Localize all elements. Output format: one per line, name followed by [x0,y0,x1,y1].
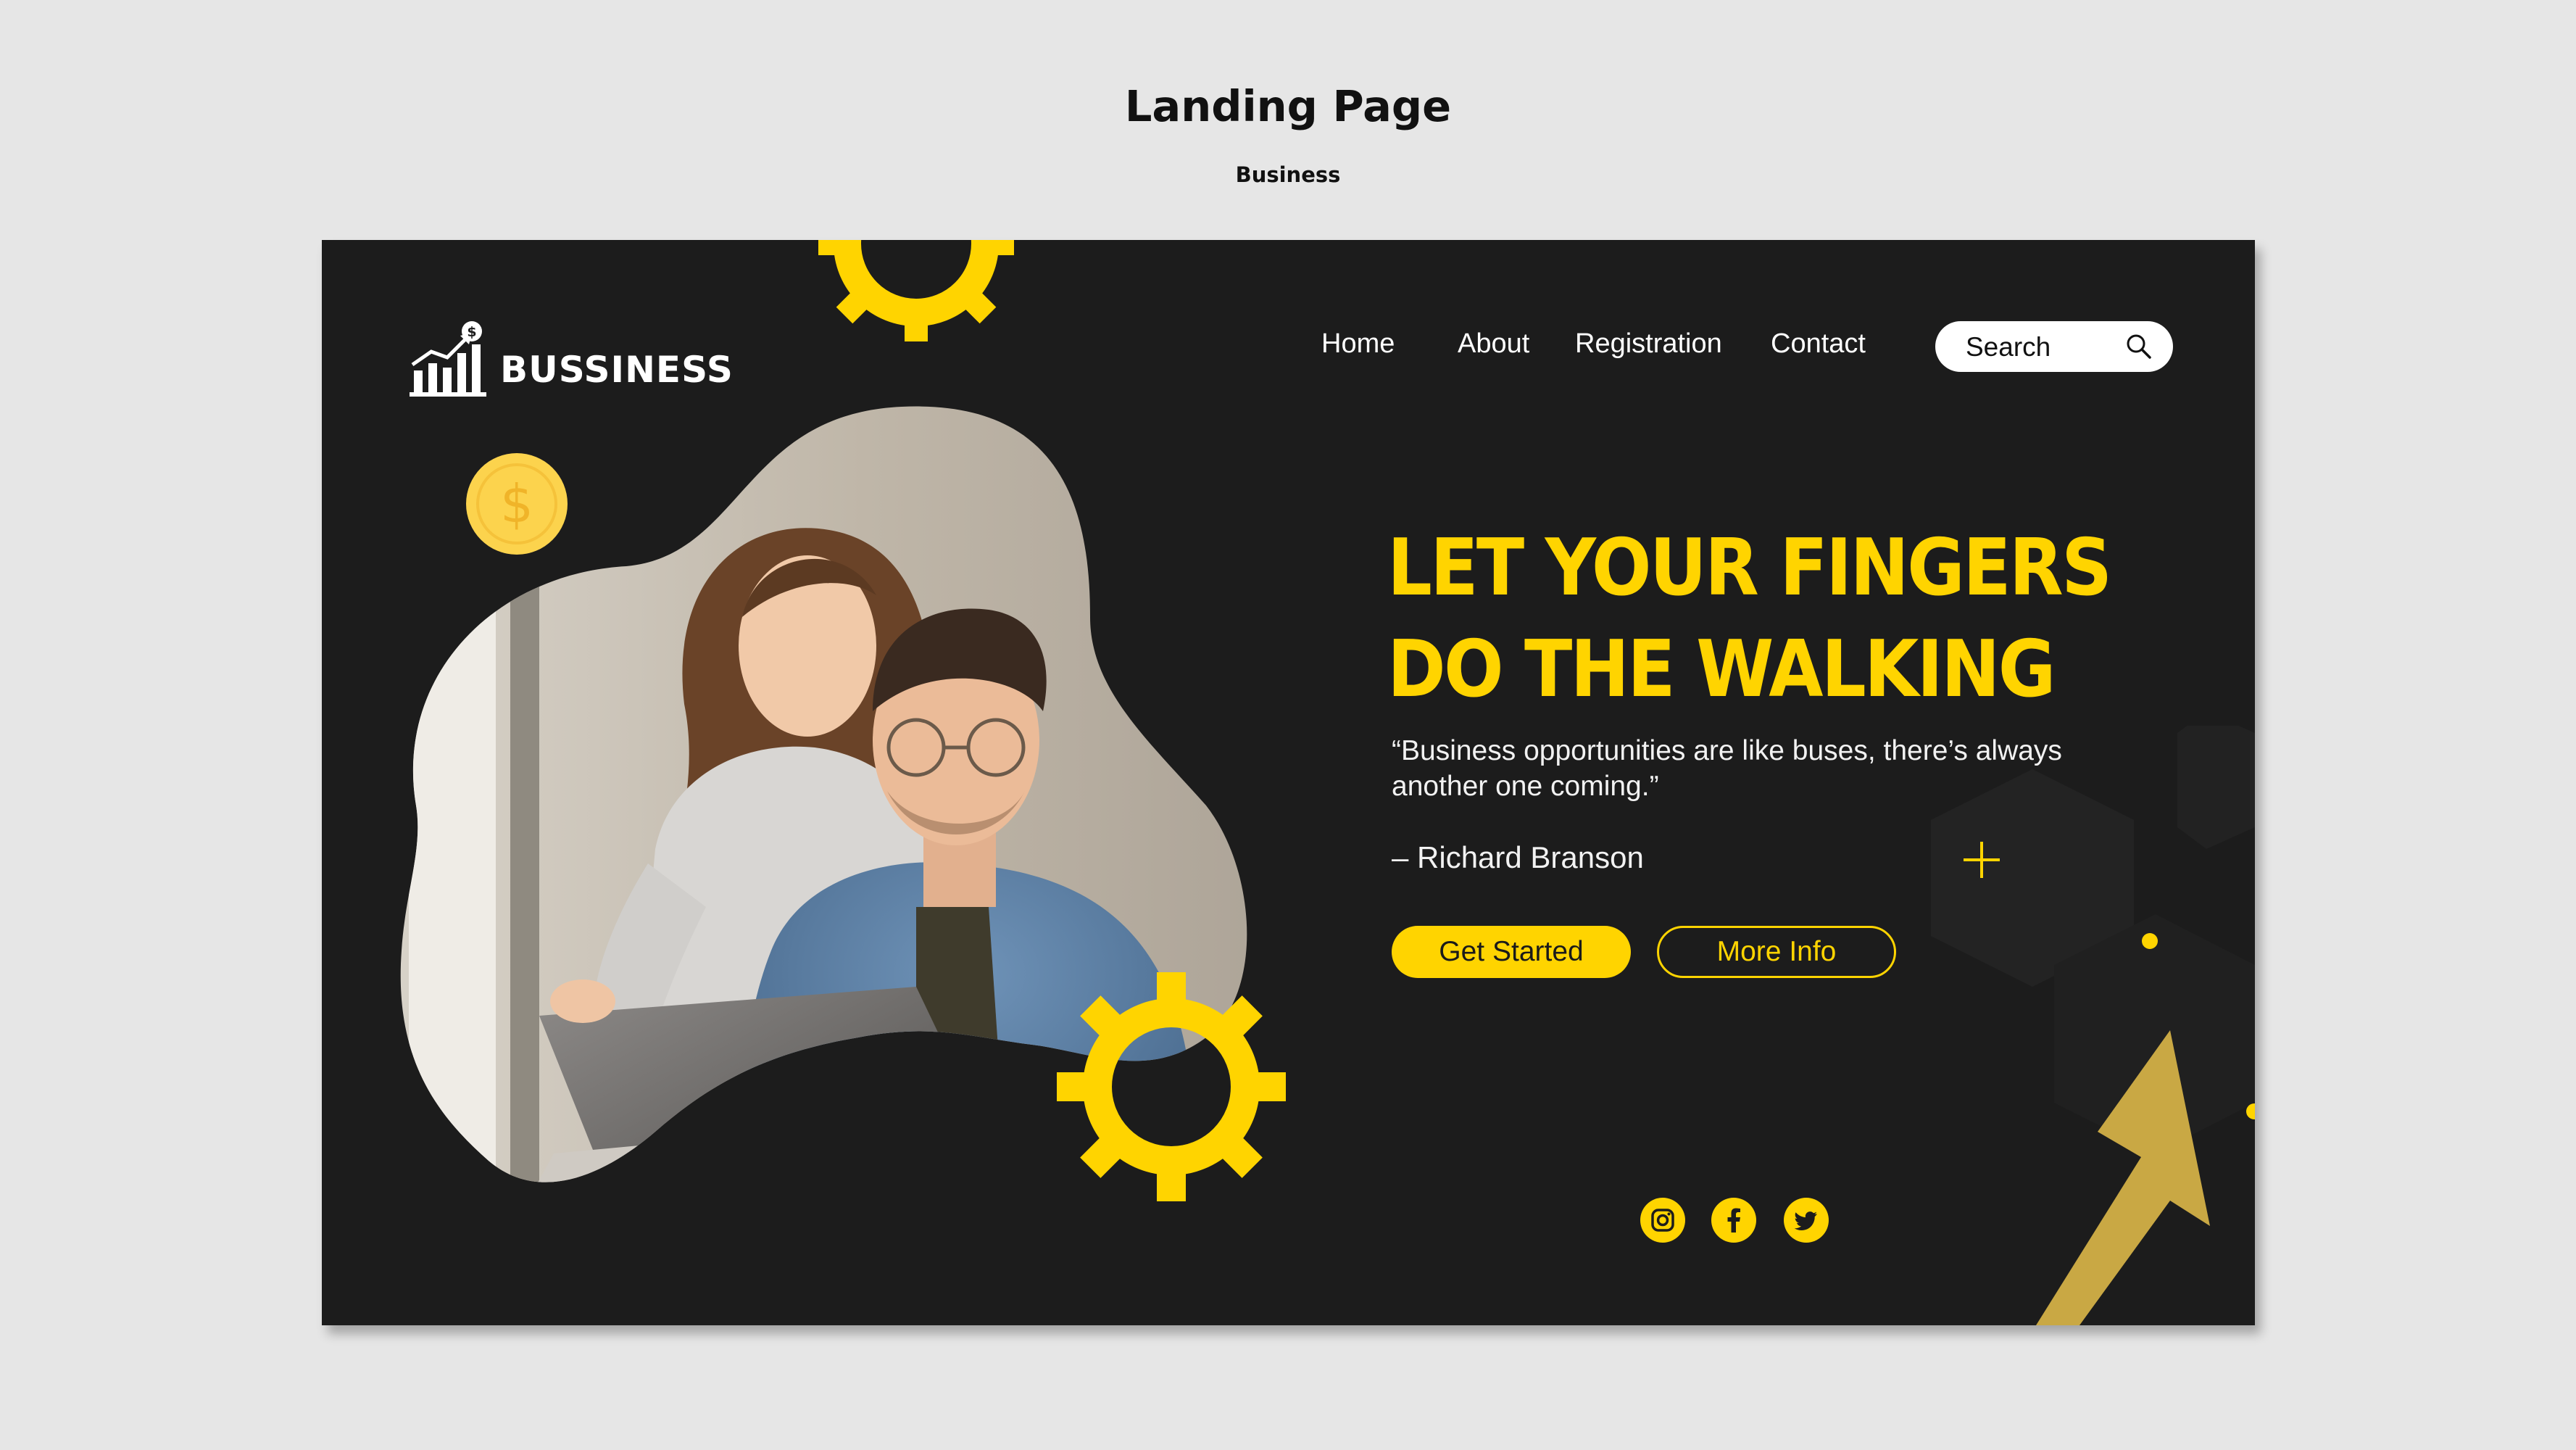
page-subtitle: Business [1235,162,1341,187]
instagram-link[interactable] [1640,1198,1685,1243]
instagram-icon [1651,1209,1674,1232]
nav-registration[interactable]: Registration [1575,328,1722,360]
landing-page-card: $ BUSSINESS $ Home About Registration Co… [322,240,2255,1325]
headline-line-2: DO THE WALKING [1387,624,2056,715]
hero-headline: LET YOUR FINGERS DO THE WALKING [1387,518,2112,721]
hero-quote: “Business opportunities are like buses, … [1392,735,2062,802]
brand-name: BUSSINESS [500,349,734,391]
gear-icon [1057,972,1286,1201]
page-title: Landing Page [1124,81,1452,131]
headline-line-1: LET YOUR FINGERS [1387,523,2112,613]
facebook-link[interactable] [1711,1198,1756,1243]
twitter-link[interactable] [1784,1198,1829,1243]
nav-about[interactable]: About [1458,328,1529,360]
growth-chart-dollar-icon: $ [410,321,486,397]
get-started-button[interactable]: Get Started [1392,926,1631,978]
gear-icon [818,240,1014,341]
brand-logo[interactable]: $ BUSSINESS [407,320,733,399]
nav-contact[interactable]: Contact [1771,328,1866,360]
search-box[interactable] [1935,321,2173,372]
facebook-icon [1727,1208,1740,1232]
search-input[interactable] [1964,327,2127,368]
search-icon[interactable] [2125,333,2153,360]
svg-text:$: $ [467,324,476,340]
growth-arrow-icon [2036,1030,2210,1325]
quote-author: – Richard Branson [1392,840,1644,874]
nav-home[interactable]: Home [1321,328,1395,360]
more-info-button[interactable]: More Info [1657,926,1896,978]
twitter-icon [1794,1211,1817,1230]
